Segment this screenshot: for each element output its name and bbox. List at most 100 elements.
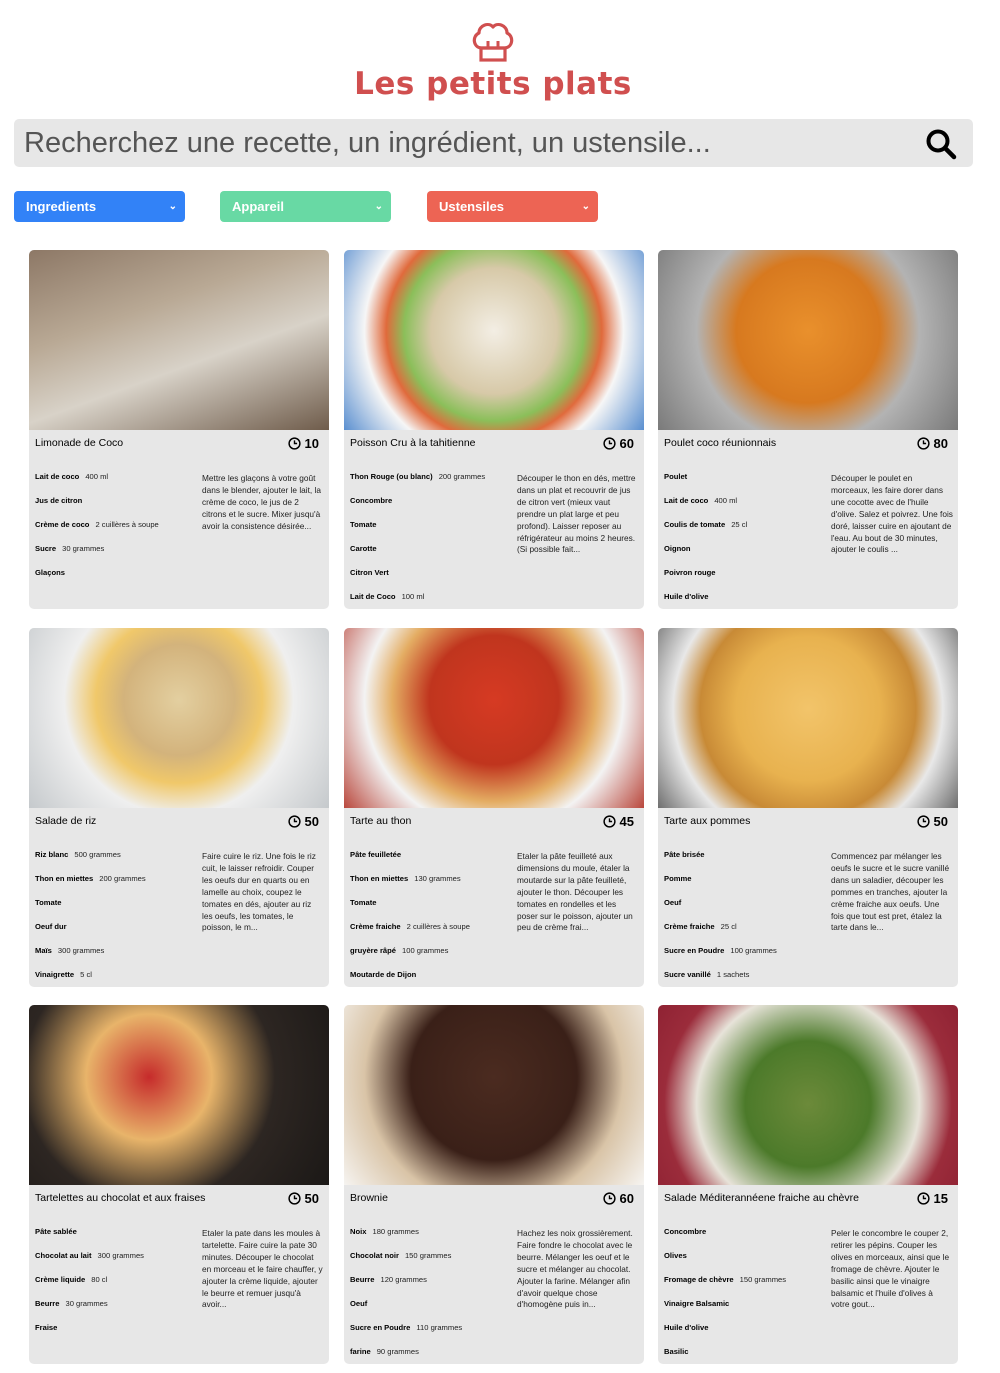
ingredient-list: Pâte feuilletée Thon en miettes 130 gramme… <box>350 850 515 987</box>
clock-icon <box>287 815 301 828</box>
ingredient-list: Concombre Olives Fromage de chèvre 150 gram… <box>664 1227 829 1364</box>
recipe-time: 50 <box>287 814 319 829</box>
ingredient-item: Pâte brisée <box>664 850 829 874</box>
ingredient-quantity: 300 grammes <box>97 1251 144 1260</box>
ingredient-item: Crème de coco 2 cuillères à soupe <box>35 520 200 544</box>
ingredient-name: Sucre <box>35 544 57 553</box>
ingredient-list: Pâte sablée Chocolat au lait 300 grammes Cr… <box>35 1227 200 1347</box>
recipe-title: Tartelettes au chocolat et aux fraises <box>35 1192 206 1204</box>
recipe-title: Salade Méditerannéene fraiche au chèvre <box>664 1192 859 1204</box>
ingredient-name: Noix <box>350 1227 367 1236</box>
recipe-time: 80 <box>916 436 948 451</box>
ingredients-filter-label: Ingredients <box>26 199 97 214</box>
ingredient-item: farine 90 grammes <box>350 1347 515 1364</box>
ustensiles-filter-dropdown[interactable]: Ustensiles ⌄ <box>427 191 598 222</box>
recipe-image <box>29 1005 329 1185</box>
recipe-description: Etaler la pâte feuilleté aux dimensions … <box>517 851 633 933</box>
chevron-down-icon: ⌄ <box>374 201 383 212</box>
recipe-card[interactable]: Tarte au thon 45 Pâte feuilletée Thon en mi… <box>344 628 644 987</box>
ingredient-name: Beurre <box>35 1299 60 1308</box>
search-icon[interactable] <box>925 128 957 160</box>
recipe-card[interactable]: Limonade de Coco 10 Lait de coco 400 ml Jus … <box>29 250 329 609</box>
recipe-card[interactable]: Poulet coco réunionnais 80 Poulet Lait de c… <box>658 250 958 609</box>
ingredient-name: Beurre <box>350 1275 375 1284</box>
ingredient-item: Jus de citron <box>35 496 200 520</box>
recipe-image <box>658 1005 958 1185</box>
recipe-title: Salade de riz <box>35 815 97 827</box>
ingredient-name: Sucre vanillé <box>664 970 711 979</box>
ingredient-item: Chocolat au lait 300 grammes <box>35 1251 200 1275</box>
clock-icon <box>916 815 930 828</box>
ingredients-filter-dropdown[interactable]: Ingredients ⌄ <box>14 191 185 222</box>
appareil-filter-dropdown[interactable]: Appareil ⌄ <box>220 191 391 222</box>
ingredient-name: Riz blanc <box>35 850 69 859</box>
ingredient-quantity: 5 cl <box>80 970 92 979</box>
ingredient-name: Moutarde de Dijon <box>350 970 417 979</box>
header: Les petits plats <box>0 18 986 102</box>
recipe-time-value: 45 <box>619 814 634 829</box>
recipe-card[interactable]: Salade de riz 50 Riz blanc 500 grammes Thon … <box>29 628 329 987</box>
ingredient-quantity: 110 grammes <box>416 1323 463 1332</box>
chevron-down-icon: ⌄ <box>168 201 177 212</box>
ingredient-name: Crème de coco <box>35 520 90 529</box>
recipe-title: Poulet coco réunionnais <box>664 437 777 449</box>
ingredient-item: gruyère râpé 100 grammes <box>350 946 515 970</box>
recipe-card[interactable]: Salade Méditerannéene fraiche au chèvre 1… <box>658 1005 958 1364</box>
ingredient-name: Lait de Coco <box>350 592 396 601</box>
ingredient-quantity: 2 cuillères à soupe <box>95 520 159 529</box>
ingredient-item: Sucre en Poudre 100 grammes <box>664 946 829 970</box>
ingredient-quantity: 1 sachets <box>716 970 750 979</box>
ingredient-list: Poulet Lait de coco 400 ml Coulis de tomate… <box>664 472 829 609</box>
recipe-card[interactable]: Poisson Cru à la tahitienne 60 Thon Rouge … <box>344 250 644 609</box>
ingredient-quantity: 400 ml <box>714 496 738 505</box>
recipe-description: Peler le concombre le couper 2, retirer … <box>831 1228 950 1310</box>
ingredient-item: Vinaigre Balsamic <box>664 1299 829 1323</box>
ingredient-name: Chocolat noir <box>350 1251 399 1260</box>
ingredient-quantity: 150 grammes <box>739 1275 787 1284</box>
ingredient-item: Riz blanc 500 grammes <box>35 850 200 874</box>
ingredient-name: Oignon <box>664 544 691 553</box>
ingredient-name: Tomate <box>35 898 62 907</box>
ingredient-item: Pâte sablée <box>35 1227 200 1251</box>
ingredient-name: Pâte sablée <box>35 1227 77 1236</box>
ingredient-item: Crème liquide 80 cl <box>35 1275 200 1299</box>
ingredient-quantity: 150 grammes <box>404 1251 452 1260</box>
ingredient-name: Concombre <box>664 1227 707 1236</box>
recipe-card[interactable]: Tarte aux pommes 50 Pâte brisée Pomme Oeuf Cr… <box>658 628 958 987</box>
ingredient-name: Fromage de chèvre <box>664 1275 734 1284</box>
recipe-time-value: 15 <box>933 1191 948 1206</box>
ingredient-quantity: 25 cl <box>731 520 748 529</box>
ingredient-name: Fraise <box>35 1323 58 1332</box>
clock-icon <box>602 1192 616 1205</box>
ingredient-item: Carotte <box>350 544 515 568</box>
ingredient-item: Fraise <box>35 1323 200 1347</box>
recipe-title: Limonade de Coco <box>35 437 124 449</box>
ingredient-name: Citron Vert <box>350 568 389 577</box>
recipe-description: Commencez par mélanger les oeufs le sucr… <box>831 851 950 933</box>
recipe-time: 10 <box>287 436 319 451</box>
recipe-image <box>658 628 958 808</box>
ingredient-list: Thon Rouge (ou blanc) 200 grammes Concombr… <box>350 472 515 609</box>
ingredient-quantity: 180 grammes <box>372 1227 419 1236</box>
ingredient-name: gruyère râpé <box>350 946 397 955</box>
recipe-time-value: 60 <box>619 1191 634 1206</box>
ingredient-name: Crème fraiche <box>664 922 715 931</box>
ingredient-item: Coulis de tomate 25 cl <box>664 520 829 544</box>
search-input[interactable] <box>14 119 894 167</box>
ingredient-item: Maïs 300 grammes <box>35 946 200 970</box>
recipe-description: Etaler la pate dans les moules à tartele… <box>202 1228 323 1310</box>
ingredient-list: Riz blanc 500 grammes Thon en miettes 200 g… <box>35 850 200 987</box>
ingredient-name: Chocolat au lait <box>35 1251 92 1260</box>
ingredient-name: Sucre en Poudre <box>664 946 725 955</box>
recipe-card[interactable]: Tartelettes au chocolat et aux fraises 50… <box>29 1005 329 1364</box>
ingredient-item: Sucre en Poudre 110 grammes <box>350 1323 515 1347</box>
ingredient-name: Pomme <box>664 874 692 883</box>
ingredient-item: Oeuf dur <box>35 922 200 946</box>
recipe-card[interactable]: Brownie 60 Noix 180 grammes Chocolat noir 150… <box>344 1005 644 1364</box>
ingredient-name: Basilic <box>664 1347 689 1356</box>
ingredient-item: Glaçons <box>35 568 200 592</box>
ingredient-name: Lait de coco <box>664 496 709 505</box>
ingredient-item: Sucre vanillé 1 sachets <box>664 970 829 987</box>
ingredient-name: Poivron rouge <box>664 568 716 577</box>
ingredient-quantity: 200 grammes <box>438 472 486 481</box>
